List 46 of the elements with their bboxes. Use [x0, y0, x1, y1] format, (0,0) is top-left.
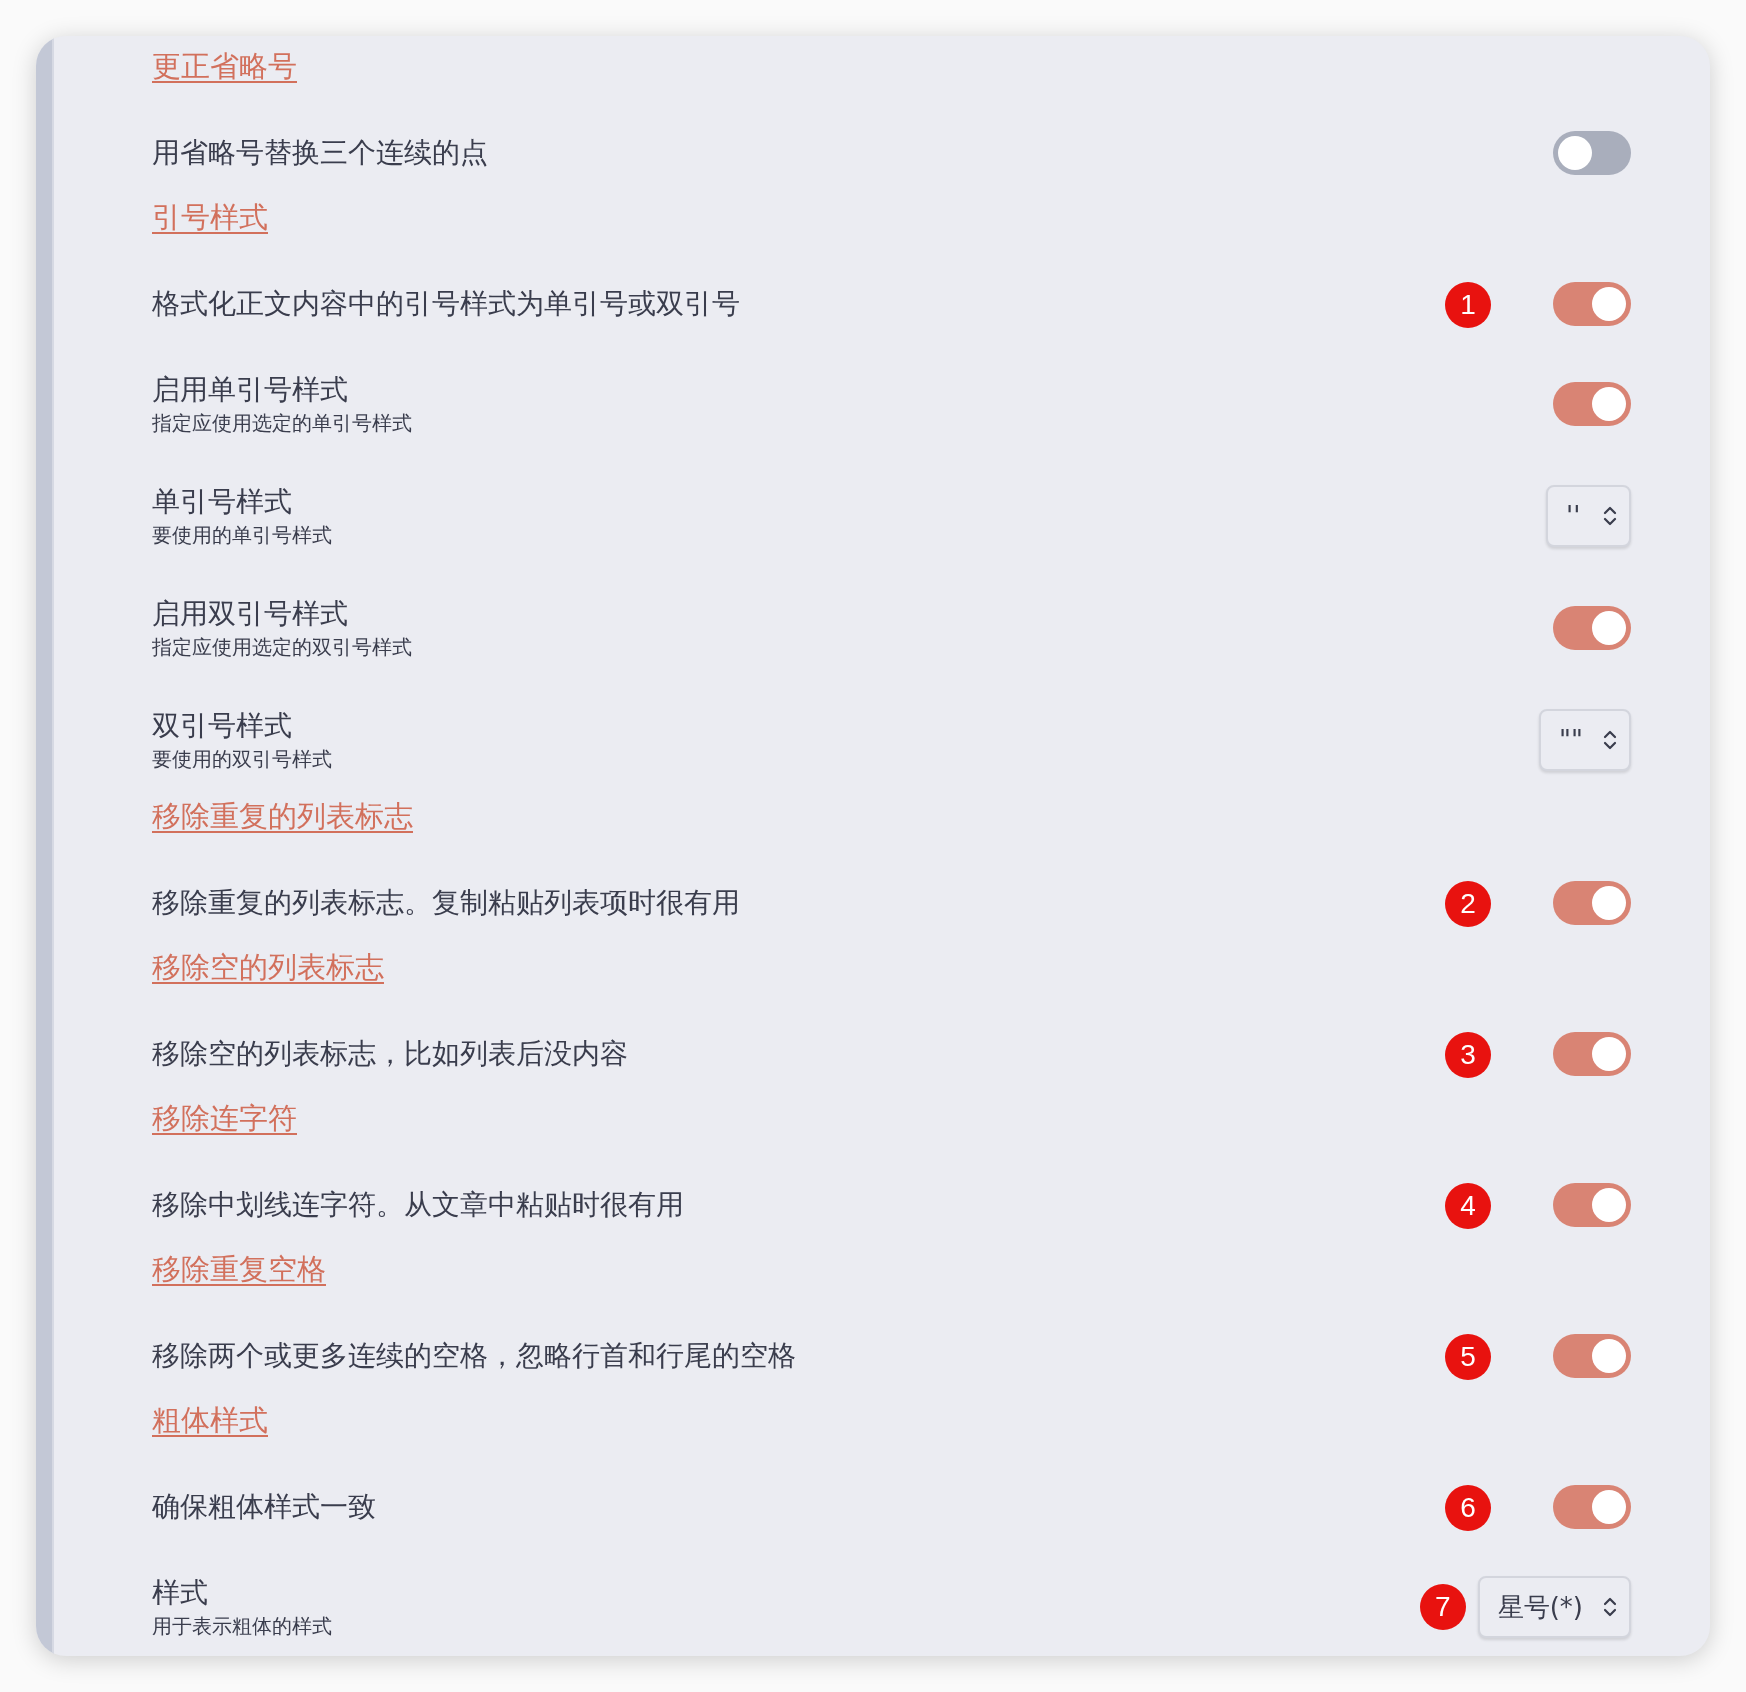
number-badge: 4: [1445, 1183, 1491, 1229]
section-heading-link[interactable]: 移除空的列表标志: [152, 947, 384, 987]
dropdown-select[interactable]: "": [1539, 709, 1631, 771]
toggle-switch[interactable]: [1553, 1032, 1631, 1076]
section-heading-link[interactable]: 移除连字符: [152, 1098, 297, 1138]
number-badge: 7: [1419, 1584, 1466, 1630]
dropdown-select[interactable]: '': [1546, 485, 1631, 547]
number-badge: 2: [1445, 881, 1491, 927]
chevron-updown-icon: [1603, 1596, 1617, 1618]
setting-label: 样式: [152, 1575, 209, 1611]
setting-label: 启用双引号样式: [152, 596, 349, 632]
setting-description: 用于表示粗体的样式: [152, 1613, 332, 1640]
toggle-switch[interactable]: [1553, 1334, 1631, 1378]
chevron-updown-icon: [1603, 505, 1617, 527]
number-badge: 5: [1445, 1334, 1491, 1380]
setting-label: 移除空的列表标志，比如列表后没内容: [152, 1036, 628, 1072]
number-badge: 6: [1445, 1485, 1491, 1531]
setting-description: 指定应使用选定的双引号样式: [152, 634, 412, 661]
setting-label: 启用单引号样式: [152, 372, 349, 408]
setting-label: 移除中划线连字符。从文章中粘贴时很有用: [152, 1187, 684, 1223]
section-heading-link[interactable]: 更正省略号: [152, 46, 297, 86]
setting-label: 格式化正文内容中的引号样式为单引号或双引号: [152, 286, 740, 322]
setting-label: 用省略号替换三个连续的点: [152, 135, 488, 171]
setting-description: 要使用的单引号样式: [152, 522, 332, 549]
setting-description: 要使用的双引号样式: [152, 746, 332, 773]
setting-description: 指定应使用选定的单引号样式: [152, 410, 412, 437]
dropdown-select[interactable]: 星号(*): [1477, 1576, 1631, 1638]
toggle-switch[interactable]: [1553, 1485, 1631, 1529]
setting-label: 单引号样式: [152, 484, 293, 520]
toggle-switch[interactable]: [1553, 606, 1631, 650]
section-heading-link[interactable]: 移除重复空格: [152, 1249, 326, 1289]
toggle-switch[interactable]: [1553, 881, 1631, 925]
section-heading-link[interactable]: 移除重复的列表标志: [152, 796, 413, 836]
section-heading-link[interactable]: 引号样式: [152, 197, 268, 237]
toggle-switch[interactable]: [1553, 282, 1631, 326]
toggle-switch[interactable]: [1553, 1183, 1631, 1227]
section-heading-link[interactable]: 粗体样式: [152, 1400, 268, 1440]
toggle-switch[interactable]: [1553, 131, 1631, 175]
number-badge: 1: [1445, 282, 1491, 328]
setting-label: 移除重复的列表标志。复制粘贴列表项时很有用: [152, 885, 740, 921]
setting-label: 移除两个或更多连续的空格，忽略行首和行尾的空格: [152, 1338, 796, 1374]
setting-label: 双引号样式: [152, 708, 293, 744]
number-badge: 3: [1445, 1032, 1491, 1078]
chevron-updown-icon: [1603, 729, 1617, 751]
toggle-switch[interactable]: [1553, 382, 1631, 426]
setting-label: 确保粗体样式一致: [152, 1489, 376, 1525]
